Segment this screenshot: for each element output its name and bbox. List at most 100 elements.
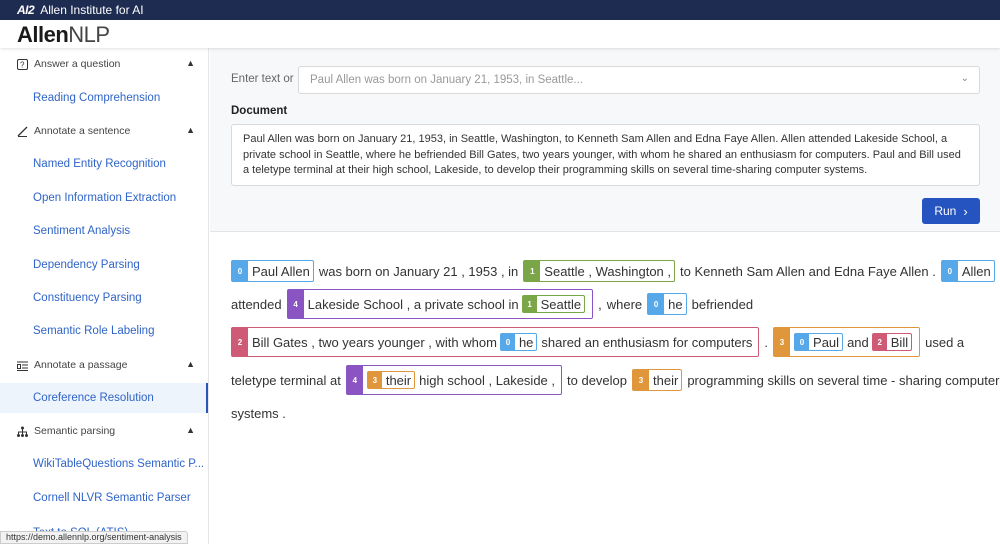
- chevron-up-icon: ▲: [186, 425, 195, 435]
- cluster-1-mention[interactable]: 1 Seattle , Washington ,: [523, 260, 675, 282]
- enter-text-label: Enter text or: [231, 73, 294, 85]
- ai2-header: AI2 Allen Institute for AI: [0, 0, 1000, 20]
- cluster-2-mention[interactable]: 2 Bill Gates , two years younger , with …: [231, 327, 760, 357]
- cluster-label: 0: [795, 334, 810, 350]
- sidebar-item-wikitables[interactable]: WikiTableQuestions Semantic P...: [0, 449, 208, 479]
- cluster-label: 0: [500, 334, 515, 350]
- cluster-label: 1: [524, 261, 541, 281]
- cluster-label: 4: [287, 290, 304, 318]
- sidebar-item-ner[interactable]: Named Entity Recognition: [0, 149, 208, 179]
- sidebar-item-dependency[interactable]: Dependency Parsing: [0, 250, 208, 280]
- plain-text: to develop: [567, 372, 628, 388]
- coref-line: attended 4 Lakeside School , a private s…: [231, 289, 758, 319]
- cluster-2-mention[interactable]: 2 Bill: [871, 333, 913, 351]
- chevron-down-icon: ⌄: [960, 73, 969, 84]
- allennlp-header: AllenNLP: [0, 20, 1000, 48]
- example-select[interactable]: Paul Allen was born on January 21, 1953,…: [298, 66, 980, 94]
- plain-text: where: [606, 296, 643, 312]
- cluster-3-mention[interactable]: 3 0 Paul and 2 Bill: [773, 327, 921, 357]
- plain-text: to Kenneth Sam Allen and Edna Faye Allen…: [680, 263, 936, 279]
- plain-text: programming skills on several time - sha…: [687, 372, 1000, 388]
- document-textarea[interactable]: Paul Allen was born on January 21, 1953,…: [231, 124, 980, 186]
- run-label: Run: [934, 204, 957, 218]
- tree-icon: [16, 425, 28, 437]
- plain-text: .: [764, 334, 769, 350]
- mention-text: Bill Gates , two years younger , with wh…: [252, 334, 497, 350]
- cluster-0-mention[interactable]: 0 Paul: [794, 333, 844, 351]
- svg-text:?: ?: [20, 60, 25, 69]
- mention-text: shared an enthusiasm for computers: [541, 334, 753, 350]
- sidebar-item-constituency[interactable]: Constituency Parsing: [0, 283, 208, 313]
- mention-text: Allen: [961, 263, 991, 279]
- run-button[interactable]: Run ›: [922, 198, 980, 224]
- cluster-0-mention[interactable]: 0 he: [499, 333, 538, 351]
- cluster-label: 3: [633, 370, 650, 390]
- allennlp-logo[interactable]: AllenNLP: [17, 22, 110, 48]
- plain-text: attended: [231, 296, 282, 312]
- cluster-label: 3: [774, 328, 791, 356]
- mention-text: their: [385, 372, 412, 388]
- cluster-1-mention[interactable]: 1 Seattle: [521, 295, 586, 313]
- cluster-3-mention[interactable]: 3 their: [632, 369, 683, 391]
- mention-text: Seattle: [540, 296, 582, 312]
- passage-icon: [16, 359, 28, 371]
- cluster-label: 0: [941, 261, 958, 281]
- mention-text: Lakeside School , a private school in: [307, 296, 519, 312]
- sidebar-item-openie[interactable]: Open Information Extraction: [0, 183, 208, 213]
- section-semantic-parsing[interactable]: Semantic parsing ▲: [0, 416, 208, 446]
- document-label: Document: [231, 105, 288, 117]
- section-annotate-passage[interactable]: Annotate a passage ▲: [0, 350, 208, 380]
- sidebar: ? Answer a question ▲ Reading Comprehens…: [0, 48, 209, 544]
- pen-icon: [16, 125, 28, 137]
- cluster-4-mention[interactable]: 4 3 their high school , Lakeside ,: [345, 365, 563, 395]
- cluster-label: 1: [522, 296, 537, 312]
- sidebar-item-srl[interactable]: Semantic Role Labeling: [0, 316, 208, 346]
- cluster-label: 3: [367, 372, 382, 388]
- cluster-0-mention[interactable]: 0 Allen: [940, 260, 995, 282]
- status-bar-url: https://demo.allennlp.org/sentiment-anal…: [0, 531, 188, 544]
- chevron-up-icon: ▲: [186, 125, 195, 135]
- ai2-logo[interactable]: AI2: [17, 3, 35, 17]
- cluster-label: 4: [346, 366, 363, 394]
- plain-text: ,: [598, 296, 602, 312]
- mention-text: Seattle , Washington ,: [544, 263, 671, 279]
- section-answer-question[interactable]: ? Answer a question ▲: [0, 49, 208, 79]
- chevron-up-icon: ▲: [186, 58, 195, 68]
- cluster-label: 0: [648, 294, 665, 314]
- sidebar-item-reading-comprehension[interactable]: Reading Comprehension: [0, 83, 208, 113]
- cluster-4-mention[interactable]: 4 Lakeside School , a private school in …: [286, 289, 594, 319]
- mention-text: their: [653, 372, 679, 388]
- section-label: Semantic parsing: [34, 425, 116, 437]
- chevron-up-icon: ▲: [186, 359, 195, 369]
- mention-text: Paul: [813, 334, 840, 350]
- mention-text: high school , Lakeside ,: [419, 372, 556, 388]
- cluster-3-mention[interactable]: 3 their: [366, 371, 416, 389]
- coref-line: teletype terminal at 4 3 their high schoo…: [231, 365, 1000, 395]
- chevron-right-icon: ›: [963, 203, 968, 219]
- coref-line: 0 Paul Allen was born on January 21 , 195…: [231, 256, 1000, 286]
- section-annotate-sentence[interactable]: Annotate a sentence ▲: [0, 116, 208, 146]
- plain-text: befriended: [691, 296, 754, 312]
- input-panel: Enter text or Paul Allen was born on Jan…: [210, 48, 1000, 232]
- cluster-0-mention[interactable]: 0 he: [647, 293, 687, 315]
- cluster-0-mention[interactable]: 0 Paul Allen: [231, 260, 314, 282]
- coref-line: 2 Bill Gates , two years younger , with …: [231, 327, 969, 357]
- ai2-org-name[interactable]: Allen Institute for AI: [40, 3, 143, 17]
- section-label: Annotate a passage: [34, 359, 128, 371]
- plain-text: was born on January 21 , 1953 , in: [318, 263, 519, 279]
- mention-text: and: [847, 334, 869, 350]
- mention-text: he: [668, 296, 683, 312]
- cluster-label: 2: [872, 334, 887, 350]
- section-label: Answer a question: [34, 58, 121, 70]
- cluster-label: 0: [232, 261, 248, 281]
- section-label: Annotate a sentence: [34, 125, 131, 137]
- question-icon: ?: [16, 58, 28, 70]
- plain-text: systems .: [231, 405, 286, 421]
- cluster-label: 2: [232, 328, 248, 356]
- sidebar-item-nlvr[interactable]: Cornell NLVR Semantic Parser: [0, 483, 208, 513]
- mention-text: Bill: [890, 334, 909, 350]
- sidebar-item-coreference[interactable]: Coreference Resolution: [0, 383, 208, 413]
- mention-text: he: [518, 334, 534, 350]
- coref-line: systems .: [231, 398, 291, 428]
- sidebar-item-sentiment[interactable]: Sentiment Analysis: [0, 216, 208, 246]
